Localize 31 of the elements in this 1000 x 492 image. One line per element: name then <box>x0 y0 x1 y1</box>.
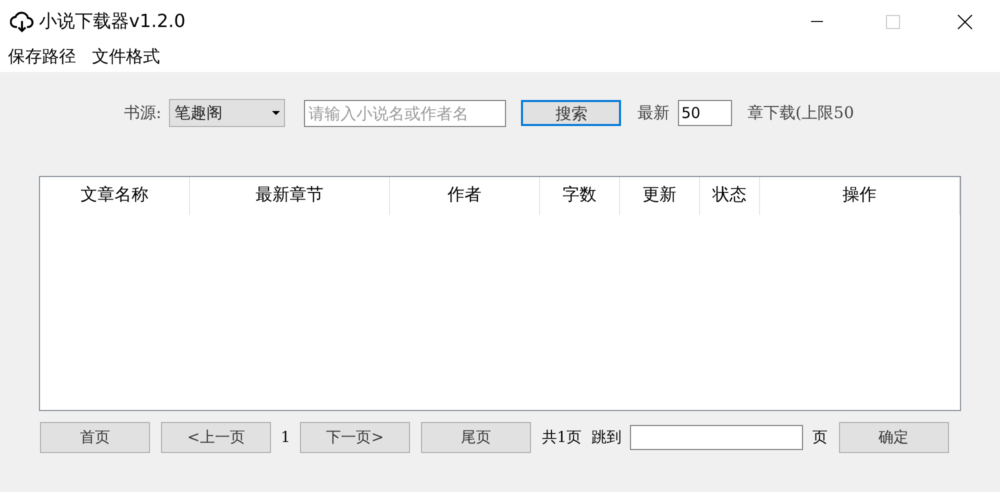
column-header[interactable]: 最新章节 <box>190 177 390 215</box>
total-pages: 共1页 <box>542 426 582 448</box>
current-page: 1 <box>280 426 292 448</box>
source-label: 书源: <box>124 102 162 124</box>
column-header[interactable]: 文章名称 <box>40 177 190 215</box>
menu-item[interactable]: 文件格式 <box>92 44 160 70</box>
search-button[interactable]: 搜索 <box>521 100 622 126</box>
column-header[interactable]: 操作 <box>760 177 960 215</box>
jump-label: 跳到 <box>592 426 622 448</box>
dropdown-caret-icon <box>272 111 280 115</box>
column-header[interactable]: 更新 <box>620 177 700 215</box>
limit-label: 章下载(上限50 <box>747 102 854 124</box>
window-title: 小说下载器v1.2.0 <box>39 10 186 34</box>
close-icon[interactable] <box>957 14 973 30</box>
search-field[interactable]: 请输入小说名或作者名 <box>304 100 506 126</box>
column-header[interactable]: 状态 <box>700 177 760 215</box>
cloud-download-icon <box>10 10 34 32</box>
chapter-count-field[interactable]: 50 <box>678 100 732 126</box>
menu-item[interactable]: 保存路径 <box>8 44 76 70</box>
last-page-button[interactable]: 尾页 <box>421 422 531 452</box>
previous-page-button[interactable]: <上一页 <box>161 422 271 452</box>
confirm-button[interactable]: 确定 <box>838 422 949 452</box>
next-page-button[interactable]: 下一页> <box>300 422 410 452</box>
column-header[interactable]: 作者 <box>390 177 540 215</box>
first-page-button[interactable]: 首页 <box>40 422 150 452</box>
page-number-field[interactable] <box>630 424 803 450</box>
latest-label: 最新 <box>637 102 670 124</box>
column-header[interactable]: 字数 <box>540 177 620 215</box>
minimize-icon[interactable] <box>811 20 823 22</box>
source-dropdown[interactable]: 笔趣阁 <box>169 99 286 127</box>
page-unit-label: 页 <box>812 426 828 448</box>
